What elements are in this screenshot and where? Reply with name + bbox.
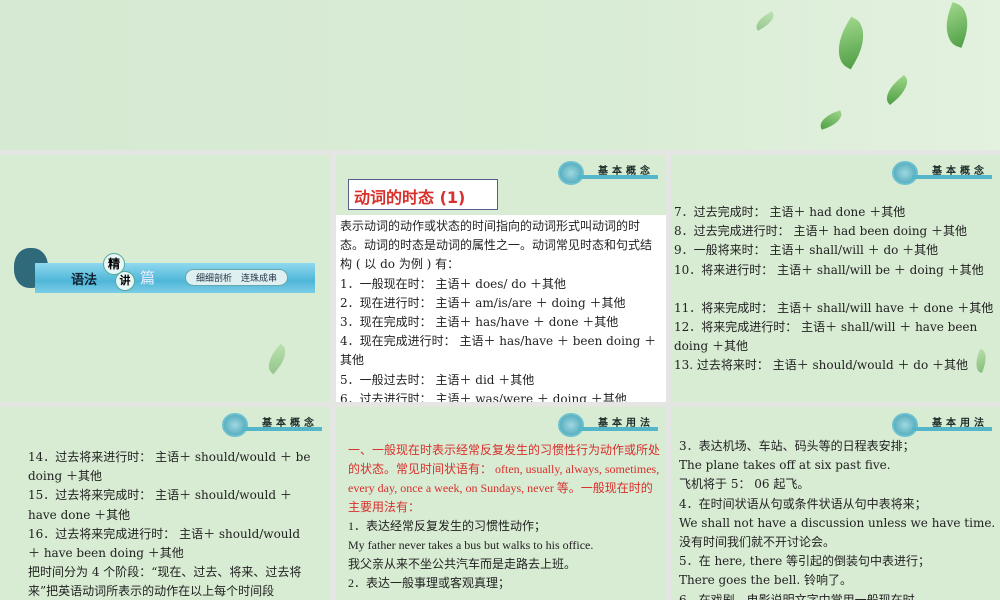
leaf-decoration — [938, 2, 976, 48]
leaf-decoration — [752, 11, 778, 31]
text-line: 2．表达一般事理或客观真理； — [348, 576, 511, 590]
text-line: 3．现在完成时： 主语＋ has/have ＋ done ＋其他 — [340, 315, 619, 330]
text-line: 5．一般过去时： 主语＋ did ＋其他 — [340, 372, 535, 387]
slide-thumbnail-6[interactable]: 基本用法 3．表达机场、车站、码头等的日程表安排； The plane take… — [671, 407, 1000, 600]
title-banner: 语法 精 讲 篇 细细剖析 连珠成串 — [35, 253, 315, 293]
section-badge: 基本概念 — [892, 161, 992, 185]
text-line: We shall not have a discussion unless we… — [679, 515, 996, 530]
slide-body: 表示动词的动作或状态的时间指向的动词形式叫动词的时态。动词的时态是动词的属性之一… — [336, 215, 666, 402]
banner-text: 讲 — [115, 271, 135, 291]
text-line: My father never takes a bus but walks to… — [348, 538, 594, 552]
text-line: 15．过去将来完成时： 主语＋ should/would ＋ have done… — [28, 488, 292, 522]
text-line: 14．过去将来进行时： 主语＋ should/would ＋ be doing … — [28, 450, 311, 484]
slide-thumbnail-3[interactable]: 基本概念 7．过去完成时： 主语＋ had done ＋其他 8．过去完成进行时… — [671, 155, 1000, 402]
text-line: 16．过去将来完成进行时： 主语＋ should/would ＋ have be… — [28, 526, 301, 561]
leaf-decoration — [817, 110, 845, 130]
slide-body: 7．过去完成时： 主语＋ had done ＋其他 8．过去完成进行时： 主语＋… — [674, 203, 998, 376]
section-badge: 基本概念 — [222, 413, 322, 437]
banner-tagline: 细细剖析 连珠成串 — [185, 269, 289, 286]
section-badge: 基本用法 — [558, 413, 658, 437]
text-line: 12．将来完成进行时： 主语＋ shall/will ＋ have been d… — [674, 320, 978, 354]
text-line: 1．表达经常反复发生的习惯性动作； — [348, 519, 547, 533]
text-line: 把时间分为 4 个阶段：“现在、过去、将来、过去将来”把英语动词所表示的动作在以… — [28, 565, 302, 599]
text-line: 我父亲从来不坐公共汽车而是走路去上班。 — [348, 557, 577, 571]
leaf-decoration — [828, 16, 874, 70]
text-line: 6．在戏剧、电影说明文字中常用一般现在时 — [679, 592, 915, 600]
text-line: 5．在 here, there 等引起的倒装句中表进行； — [679, 554, 931, 569]
banner-text: 篇 — [140, 269, 156, 287]
text-line: 9．一般将来时： 主语＋ shall/will ＋ do ＋其他 — [674, 243, 939, 258]
text-line: 4．现在完成进行时： 主语＋ has/have ＋ been doing ＋其他 — [340, 334, 657, 368]
header-banner — [0, 0, 1000, 150]
text-line: 10．将来进行时： 主语＋ shall/will be ＋ doing ＋其他 — [674, 262, 984, 277]
text-line: 表示动词的动作或状态的时间指向的动词形式叫动词的时态。动词的时态是动词的属性之一… — [340, 219, 653, 272]
text-line: 11．将来完成时： 主语＋ shall/will have ＋ done ＋其他 — [674, 300, 994, 315]
title-text: 动词的时态 (1) — [354, 188, 466, 207]
slide-thumbnail-2[interactable]: 基本概念 动词的时态 (1) 表示动词的动作或状态的时间指向的动词形式叫动词的时… — [336, 155, 666, 402]
text-line: 3．表达机场、车站、码头等的日程表安排； — [679, 439, 915, 453]
section-badge: 基本概念 — [558, 161, 658, 185]
slide-body: 14．过去将来进行时： 主语＋ should/would ＋ be doing … — [28, 448, 312, 600]
leaf-decoration — [262, 343, 292, 375]
slide-thumbnail-4[interactable]: 基本概念 14．过去将来进行时： 主语＋ should/would ＋ be d… — [0, 407, 330, 600]
banner-text: 语法 — [71, 273, 98, 288]
text-line: 2．现在进行时： 主语＋ am/is/are ＋ doing ＋其他 — [340, 295, 626, 310]
text-line: 4．在时间状语从句或条件状语从句中表将来； — [679, 496, 927, 511]
slide-title: 动词的时态 (1) — [348, 179, 498, 210]
leaf-decoration — [881, 74, 913, 106]
text-line: 飞机将于 5： 06 起飞。 — [679, 477, 810, 492]
text-line: 1．一般现在时： 主语＋ does/ do ＋其他 — [340, 276, 567, 291]
text-line: 13. 过去将来时： 主语＋ should/would ＋ do ＋其他 — [674, 358, 969, 373]
text-line: 6．过去进行时： 主语＋ was/were ＋ doing ＋其他 — [340, 391, 627, 402]
text-line — [674, 280, 998, 299]
slide-thumbnail-1[interactable]: 语法 精 讲 篇 细细剖析 连珠成串 — [0, 155, 330, 402]
text-line: 没有时间我们就不开讨论会。 — [679, 535, 836, 550]
slide-body: 一、一般现在时表示经常反复发生的习惯性行为动作或所处的状态。常见时间状语有： o… — [348, 441, 660, 593]
highlight-text: 一、一般现在时表示经常反复发生的习惯性行为动作或所处的状态。常见时间状语有： o… — [348, 443, 661, 514]
slide-body: 3．表达机场、车站、码头等的日程表安排； The plane takes off… — [679, 437, 997, 600]
section-badge: 基本用法 — [892, 413, 992, 437]
text-line: 8．过去完成进行时： 主语＋ had been doing ＋其他 — [674, 224, 968, 239]
text-line: There goes the bell. 铃响了。 — [679, 573, 853, 588]
text-line: The plane takes off at six past five. — [679, 458, 891, 473]
slide-thumbnail-5[interactable]: 基本用法 一、一般现在时表示经常反复发生的习惯性行为动作或所处的状态。常见时间状… — [336, 407, 666, 600]
text-line: 7．过去完成时： 主语＋ had done ＋其他 — [674, 205, 906, 219]
